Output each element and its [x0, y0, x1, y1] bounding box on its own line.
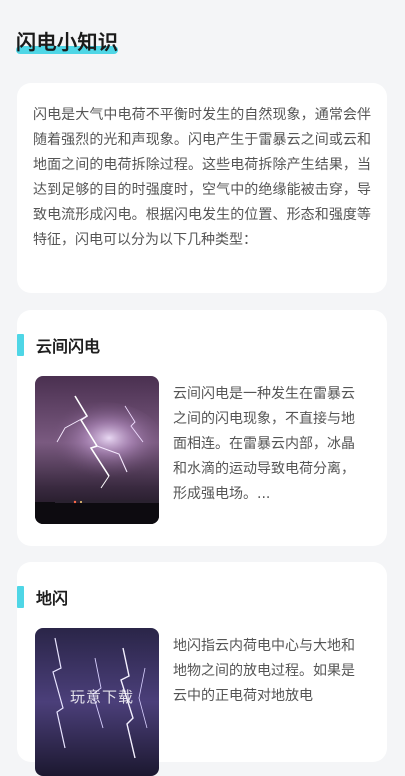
section-title: 云间闪电: [36, 337, 101, 356]
intro-text: 闪电是大气中电荷不平衡时发生的自然现象，通常会伴随着强烈的光和声现象。闪电产生于…: [33, 107, 371, 248]
section-header: 云间闪电: [17, 334, 100, 356]
section-header: 地闪: [17, 586, 68, 608]
section-accent-bar: [17, 334, 24, 356]
lightning-photo-icon[interactable]: [35, 376, 159, 524]
page-title: 闪电小知识: [16, 30, 119, 54]
section-description: 云间闪电是一种发生在雷暴云之间的闪电现象，不直接与地面相连。在雷暴云内部，冰晶和…: [173, 386, 355, 502]
section-accent-bar: [17, 586, 24, 608]
section-card-ground[interactable]: 地闪 地闪指云内荷电中心与大地和地物之间的放电过程。如果是云中的正电荷对地放电: [17, 562, 387, 776]
watermark-text: 玩意下载: [70, 688, 135, 706]
section-description: 地闪指云内荷电中心与大地和地物之间的放电过程。如果是云中的正电荷对地放电: [173, 638, 355, 704]
intro-card: 闪电是大气中电荷不平衡时发生的自然现象，通常会伴随着强烈的光和声现象。闪电产生于…: [17, 83, 387, 293]
section-card-intracloud[interactable]: 云间闪电 云间闪电是一种发生在雷暴云之间的闪电现象，不直接与地面相连。在雷暴云内…: [17, 310, 387, 546]
section-title: 地闪: [36, 589, 69, 608]
